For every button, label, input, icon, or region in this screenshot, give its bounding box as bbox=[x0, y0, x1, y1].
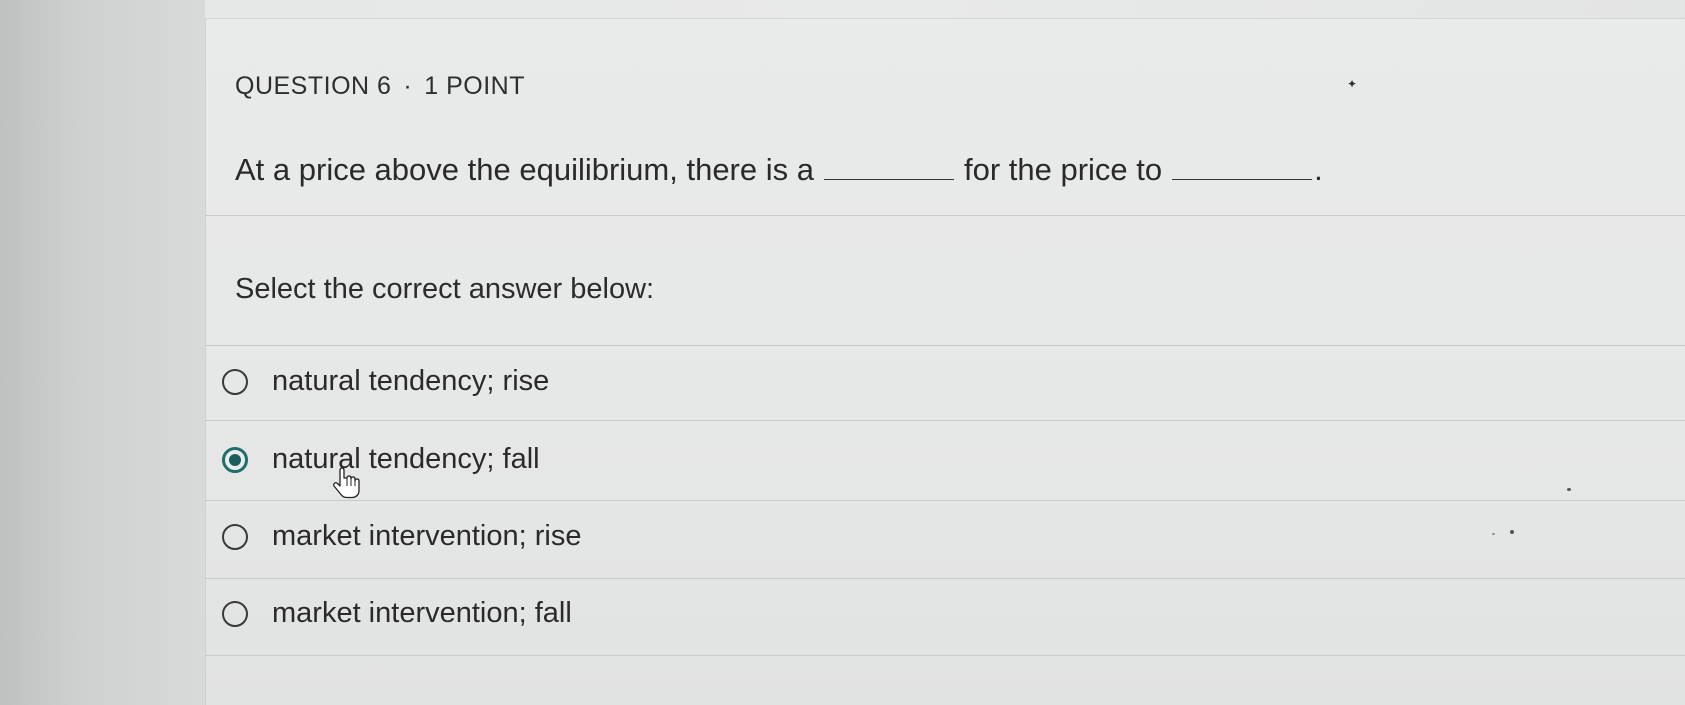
prompt-end: . bbox=[1314, 152, 1323, 187]
divider bbox=[205, 215, 1685, 216]
prompt-text-2: for the price to bbox=[963, 152, 1163, 187]
question-header: QUESTION 6 · 1 POINT bbox=[235, 72, 525, 101]
screen-speck bbox=[1510, 530, 1514, 534]
radio-button[interactable] bbox=[222, 523, 248, 550]
question-number: QUESTION 6 bbox=[235, 72, 392, 100]
question-prompt: At a price above the equilibrium, there … bbox=[235, 152, 1323, 188]
option-label: natural tendency; fall bbox=[272, 443, 540, 475]
answer-option-1[interactable]: natural tendency; rise bbox=[222, 365, 549, 398]
option-label: market intervention; rise bbox=[272, 520, 582, 552]
divider bbox=[205, 345, 1685, 346]
screen-speck bbox=[1492, 533, 1495, 535]
option-label: market intervention; fall bbox=[272, 597, 572, 629]
divider bbox=[205, 655, 1685, 656]
radio-button[interactable] bbox=[222, 600, 248, 627]
option-label: natural tendency; rise bbox=[272, 365, 550, 397]
prompt-text-1: At a price above the equilibrium, there … bbox=[235, 152, 814, 187]
answer-option-4[interactable]: market intervention; fall bbox=[222, 597, 572, 630]
question-points: 1 POINT bbox=[424, 72, 525, 100]
bookmark-icon[interactable]: ✦ bbox=[1347, 78, 1357, 90]
answer-option-2[interactable]: natural tendency; fall bbox=[222, 443, 540, 476]
answer-option-3[interactable]: market intervention; rise bbox=[222, 520, 581, 553]
radio-button-selected[interactable] bbox=[222, 446, 248, 473]
radio-button[interactable] bbox=[222, 368, 248, 395]
left-margin bbox=[0, 0, 205, 705]
divider bbox=[205, 500, 1685, 501]
blank-1 bbox=[823, 155, 954, 180]
instruction-text: Select the correct answer below: bbox=[235, 273, 655, 305]
screen-speck bbox=[1567, 488, 1571, 491]
divider bbox=[205, 578, 1685, 579]
hand-pointer-icon bbox=[333, 467, 360, 499]
divider bbox=[205, 420, 1685, 421]
header-separator: · bbox=[403, 72, 413, 100]
blank-2 bbox=[1172, 155, 1313, 180]
